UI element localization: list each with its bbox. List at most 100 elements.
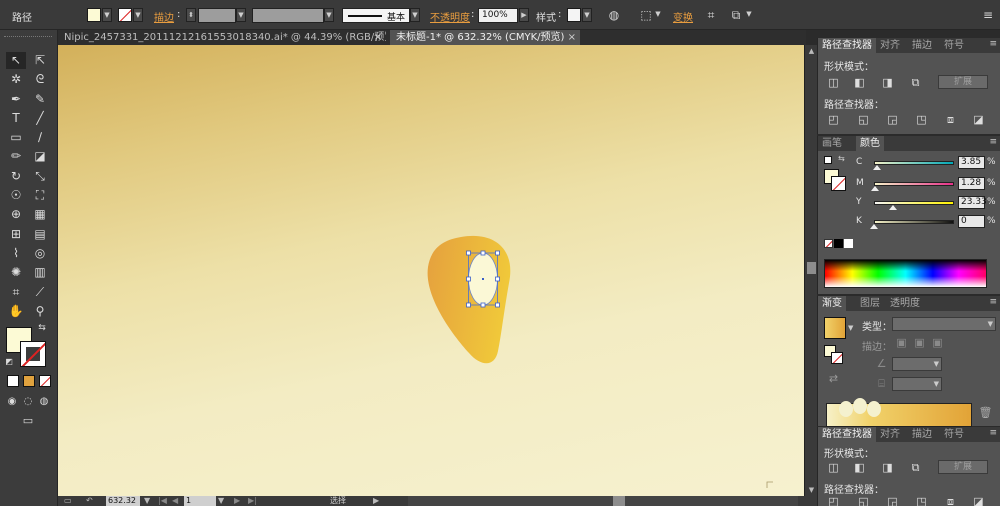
intersect-icon[interactable]: ◨ [880,461,895,474]
yellow-value-input[interactable]: 23.33 [958,196,987,209]
transform-icon[interactable]: ⌗ [703,7,719,23]
stroke-dropdown-arrow[interactable]: ▼ [133,8,143,22]
align-grid-icon[interactable]: ⬚ [638,7,654,23]
stroke-color-preview[interactable] [831,176,846,191]
crop-icon[interactable]: ◳ [914,113,929,126]
expand-button[interactable]: 扩展 [938,75,988,89]
gradient-aspect-field[interactable]: ▼ [892,377,942,391]
cyan-value-input[interactable]: 3.85 [958,156,985,169]
variable-width-field[interactable] [252,8,324,23]
close-icon[interactable]: × [374,30,382,45]
gradient-stroke-indicator[interactable] [831,352,843,364]
opacity-link[interactable]: 不透明度 [430,9,470,24]
cyan-slider-knob[interactable] [873,165,882,170]
white-color-chip[interactable] [844,239,853,248]
horizontal-scrollbar[interactable] [408,496,798,506]
black-color-chip[interactable] [834,239,843,248]
artboard-tool-icon[interactable]: ⌗ [6,284,26,301]
paintbrush-tool-icon[interactable]: ∕ [30,129,50,146]
transform-link[interactable]: 变换 [673,9,693,24]
pen-tool-icon[interactable]: ✒ [6,91,26,108]
gradient-angle-field[interactable]: ▼ [892,357,942,371]
tab-stroke[interactable]: 描边 [908,38,936,53]
minus-front-icon[interactable]: ◧ [852,461,867,474]
gradient-tool-icon[interactable]: ▤ [30,226,50,243]
zoom-dropdown-arrow[interactable]: ▼ [144,496,150,506]
stroke-weight-stepper[interactable]: ⬍ [186,8,196,22]
graphic-style-swatch[interactable] [567,8,581,22]
curvature-tool-icon[interactable]: ✎ [30,91,50,108]
draw-behind-icon[interactable]: ◌ [21,393,35,410]
rotate-tool-icon[interactable]: ↻ [6,168,26,185]
stroke-within-icon[interactable]: ▣ [894,336,909,349]
scale-tool-icon[interactable]: ⤡ [30,168,50,185]
opacity-input[interactable]: 100% [478,8,518,23]
warp-tool-icon[interactable]: ☉ [6,187,26,204]
brush-definition-box[interactable]: 基本 [342,8,410,23]
tab-symbols[interactable]: 符号 [940,427,968,442]
scroll-up-arrow[interactable]: ▲ [806,46,817,56]
blend-tool-icon[interactable]: ◎ [30,245,50,262]
tab-gradient[interactable]: 渐变 [818,296,846,311]
horizontal-scroll-thumb[interactable] [613,496,625,506]
rectangle-tool-icon[interactable]: ▭ [6,129,26,146]
scroll-down-arrow[interactable]: ▼ [806,485,817,495]
artboard-number-input[interactable]: 1 [184,496,216,506]
screen-mode-icon[interactable]: ▭ [17,412,39,429]
gradient-mode-swatch[interactable] [23,375,35,387]
outline-icon[interactable]: ⧈ [943,113,958,126]
rotate-view-icon[interactable]: ↶ [86,496,93,506]
swap-fill-stroke-icon[interactable]: ⇆ [36,322,48,334]
tab-align[interactable]: 对齐 [876,38,904,53]
panel-menu-icon[interactable]: ≡ [980,7,996,23]
stroke-color-box[interactable] [20,341,46,367]
fill-swatch[interactable] [87,8,101,22]
symbol-sprayer-tool-icon[interactable]: ✺ [6,264,26,281]
artboard-canvas[interactable] [58,45,804,496]
magenta-slider-knob[interactable] [871,186,880,191]
tab-pathfinder[interactable]: 路径查找器 [818,38,876,53]
intersect-icon[interactable]: ◨ [880,76,895,89]
stroke-link[interactable]: 描边 [154,9,174,24]
outline-icon[interactable]: ⧈ [943,495,958,506]
minus-front-icon[interactable]: ◧ [852,76,867,89]
artboard-dropdown-arrow[interactable]: ▼ [218,496,224,506]
expand-button[interactable]: 扩展 [938,460,988,474]
magenta-slider-track[interactable] [874,182,954,186]
panel-menu-icon[interactable]: ≡ [989,39,997,49]
type-tool-icon[interactable]: T [6,110,26,127]
zoom-tool-icon[interactable]: ⚲ [30,303,50,320]
opacity-dropdown[interactable]: ▶ [519,8,529,22]
close-icon[interactable]: × [568,30,576,45]
color-mode-swatch[interactable] [7,375,19,387]
isolate-dropdown[interactable]: ▼ [744,8,754,22]
variable-width-dropdown[interactable]: ▼ [324,8,334,22]
cyan-slider-track[interactable] [874,161,954,165]
stroke-across-icon[interactable]: ▣ [930,336,945,349]
stroke-none-swatch[interactable] [118,8,132,22]
vertical-scrollbar[interactable]: ▲ ▼ [804,45,817,496]
minus-back-icon[interactable]: ◪ [971,113,986,126]
direct-selection-tool-icon[interactable]: ⇱ [30,52,50,69]
tab-symbols[interactable]: 符号 [940,38,968,53]
draw-inside-icon[interactable]: ◍ [37,393,51,410]
stroke-along-icon[interactable]: ▣ [912,336,927,349]
panel-grip[interactable] [4,36,52,40]
black-value-input[interactable]: 0 [958,215,985,228]
zoom-input[interactable]: 632.32 [106,496,140,506]
line-tool-icon[interactable]: ╱ [30,110,50,127]
align-dropdown[interactable]: ▼ [653,8,663,22]
eraser-tool-icon[interactable]: ◪ [30,148,50,165]
delete-stop-icon[interactable]: 🗑 [978,406,993,419]
hand-tool-icon[interactable]: ✋ [6,303,26,320]
unite-icon[interactable]: ◫ [826,461,841,474]
status-menu-arrow[interactable]: ▶ [373,496,379,506]
stroke-weight-dropdown[interactable]: ▼ [236,8,246,22]
document-tab-nipic[interactable]: Nipic_2457331_20111212161553018340.ai* @… [58,30,386,45]
graphic-style-dropdown[interactable]: ▼ [582,8,592,22]
free-transform-tool-icon[interactable]: ⛶ [30,187,50,204]
fill-dropdown-arrow[interactable]: ▼ [102,8,112,22]
tab-align[interactable]: 对齐 [876,427,904,442]
tab-color[interactable]: 颜色 [856,136,884,151]
pencil-tool-icon[interactable]: ✏ [6,148,26,165]
